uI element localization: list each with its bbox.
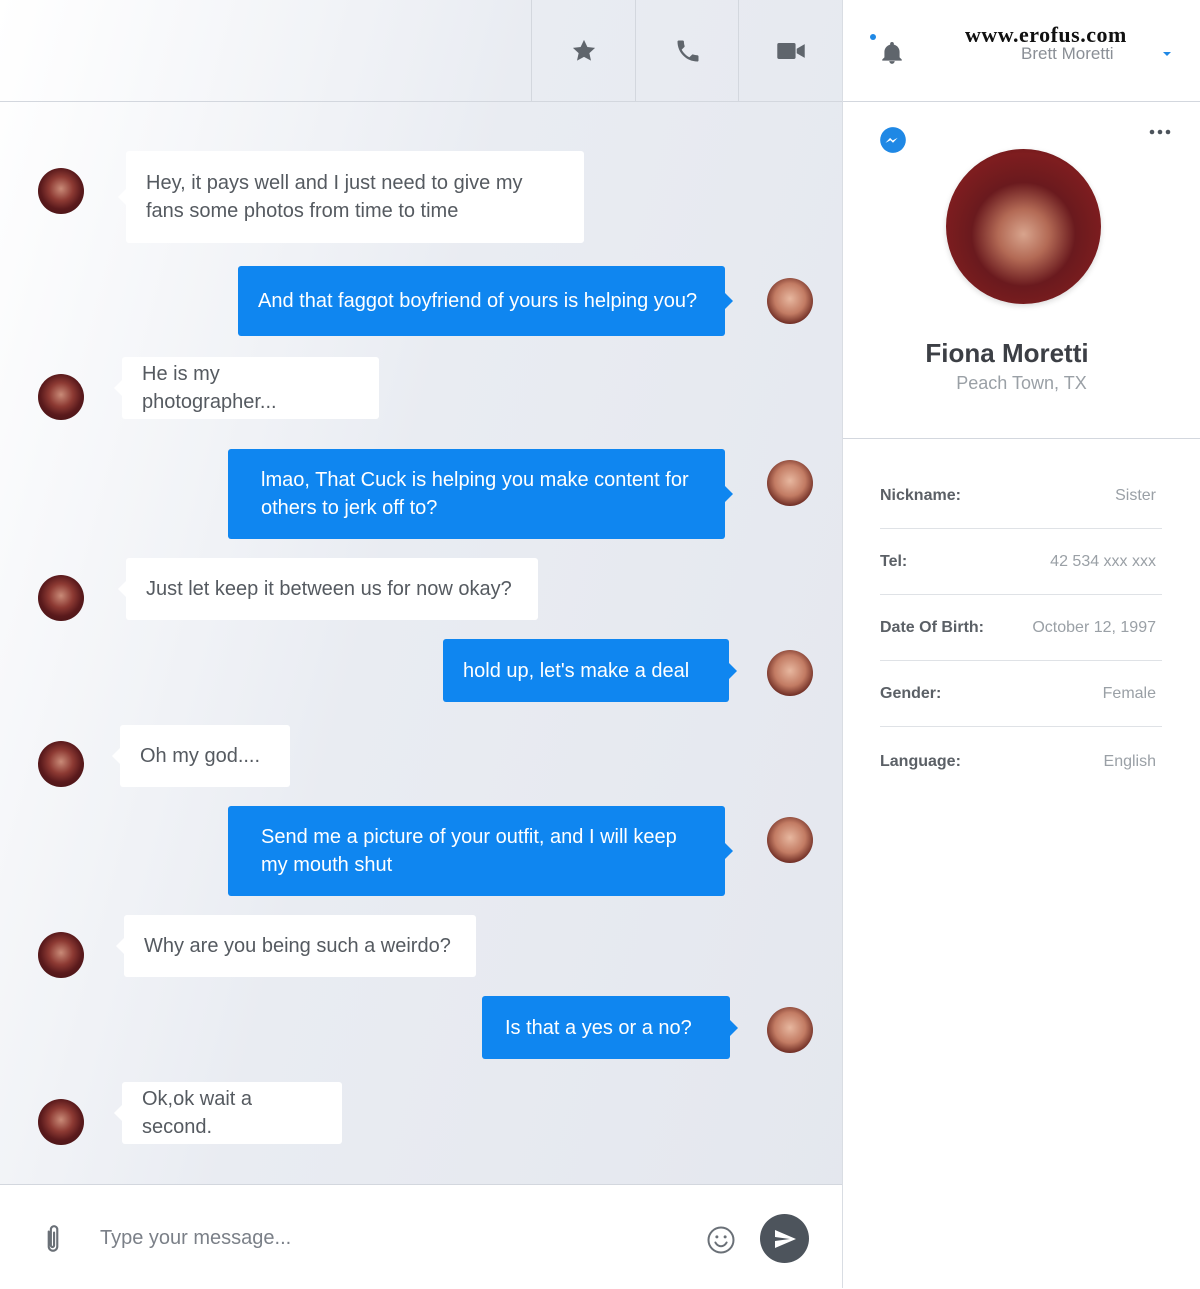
- contact-avatar: [38, 374, 84, 420]
- profile-location: Peach Town, TX: [956, 373, 1087, 393]
- detail-value: 42 534 xxx xxx: [1050, 552, 1156, 570]
- video-camera-icon: [776, 42, 805, 59]
- chat-header: [0, 0, 842, 102]
- account-name[interactable]: Brett Moretti: [1021, 44, 1114, 64]
- contact-avatar: [38, 1099, 84, 1145]
- notification-dot: [870, 34, 876, 40]
- message-text: Why are you being such a weirdo?: [144, 935, 451, 957]
- favorite-button[interactable]: [531, 0, 635, 101]
- message-bubble: Hey, it pays well and I just need to giv…: [118, 151, 584, 243]
- video-call-button[interactable]: [738, 0, 842, 101]
- contact-avatar: [38, 575, 84, 621]
- message-bubble: hold up, let's make a deal: [443, 639, 737, 702]
- user-avatar: [767, 460, 813, 506]
- user-avatar: [767, 817, 813, 863]
- message-bubble: Why are you being such a weirdo?: [116, 915, 476, 977]
- contact-avatar: [38, 741, 84, 787]
- message-bubble: Ok,ok wait a second.: [114, 1082, 342, 1144]
- message-bubble: Is that a yes or a no?: [482, 996, 738, 1059]
- paperclip-icon[interactable]: [40, 1223, 66, 1255]
- more-options-icon[interactable]: [1149, 128, 1171, 136]
- detail-row-tel: Tel: 42 534 xxx xxx: [880, 529, 1162, 595]
- detail-row-language: Language: English: [880, 729, 1162, 795]
- detail-label: Nickname:: [880, 486, 961, 504]
- message-bubble: And that faggot boyfriend of yours is he…: [238, 266, 733, 336]
- message-composer: [0, 1184, 842, 1289]
- profile-avatar: [946, 149, 1101, 304]
- chevron-down-icon[interactable]: [1163, 52, 1171, 56]
- bell-icon[interactable]: [879, 40, 905, 66]
- user-avatar: [767, 278, 813, 324]
- detail-value: English: [1103, 753, 1156, 770]
- message-bubble: He is my photographer...: [114, 357, 379, 419]
- detail-row-gender: Gender: Female: [880, 661, 1162, 727]
- user-avatar: [767, 1007, 813, 1053]
- contact-panel: www.erofus.com Brett Moretti Fiona Moret…: [843, 0, 1200, 1288]
- user-avatar: [767, 650, 813, 696]
- contact-avatar: [38, 168, 84, 214]
- detail-label: Gender:: [880, 684, 942, 702]
- detail-label: Language:: [880, 753, 961, 770]
- message-text: Ok,ok wait a second.: [142, 1088, 253, 1138]
- star-icon: [572, 39, 595, 61]
- account-bar: www.erofus.com Brett Moretti: [843, 0, 1200, 102]
- message-text: Just let keep it between us for now okay…: [146, 578, 512, 600]
- messenger-icon: [880, 127, 906, 153]
- message-bubble: Send me a picture of your outfit, and I …: [228, 806, 733, 896]
- message-text: Is that a yes or a no?: [505, 1016, 692, 1039]
- send-button[interactable]: [760, 1214, 809, 1263]
- detail-value: October 12, 1997: [1032, 618, 1156, 636]
- message-text: lmao, That Cuck is helping you make cont…: [261, 469, 689, 519]
- call-button[interactable]: [635, 0, 739, 101]
- message-bubble: Oh my god....: [112, 725, 290, 787]
- profile-name: Fiona Moretti: [925, 338, 1089, 368]
- profile-card: Fiona Moretti Peach Town, TX: [843, 102, 1200, 439]
- message-text: Oh my god....: [140, 745, 261, 767]
- message-input[interactable]: [98, 1219, 682, 1257]
- message-list: Hey, it pays well and I just need to giv…: [0, 102, 842, 1182]
- message-text: Send me a picture of your outfit, and I …: [261, 826, 677, 876]
- detail-label: Date Of Birth:: [880, 618, 984, 636]
- detail-value: Female: [1102, 684, 1156, 702]
- message-bubble: lmao, That Cuck is helping you make cont…: [228, 449, 733, 539]
- message-text: He is my photographer...: [142, 363, 277, 413]
- detail-value: Sister: [1115, 486, 1156, 504]
- emoji-icon[interactable]: [706, 1225, 736, 1255]
- send-icon: [774, 1229, 796, 1248]
- message-bubble: Just let keep it between us for now okay…: [118, 558, 538, 620]
- phone-icon: [677, 40, 698, 61]
- message-text: And that faggot boyfriend of yours is he…: [258, 290, 698, 312]
- detail-label: Tel:: [880, 552, 908, 570]
- contact-avatar: [38, 932, 84, 978]
- chat-panel: Hey, it pays well and I just need to giv…: [0, 0, 843, 1289]
- message-text: Hey, it pays well and I just need to giv…: [146, 172, 523, 222]
- message-text: hold up, let's make a deal: [463, 659, 690, 682]
- detail-row-date-of-birth: Date Of Birth: October 12, 1997: [880, 595, 1162, 661]
- detail-row-nickname: Nickname: Sister: [880, 463, 1162, 529]
